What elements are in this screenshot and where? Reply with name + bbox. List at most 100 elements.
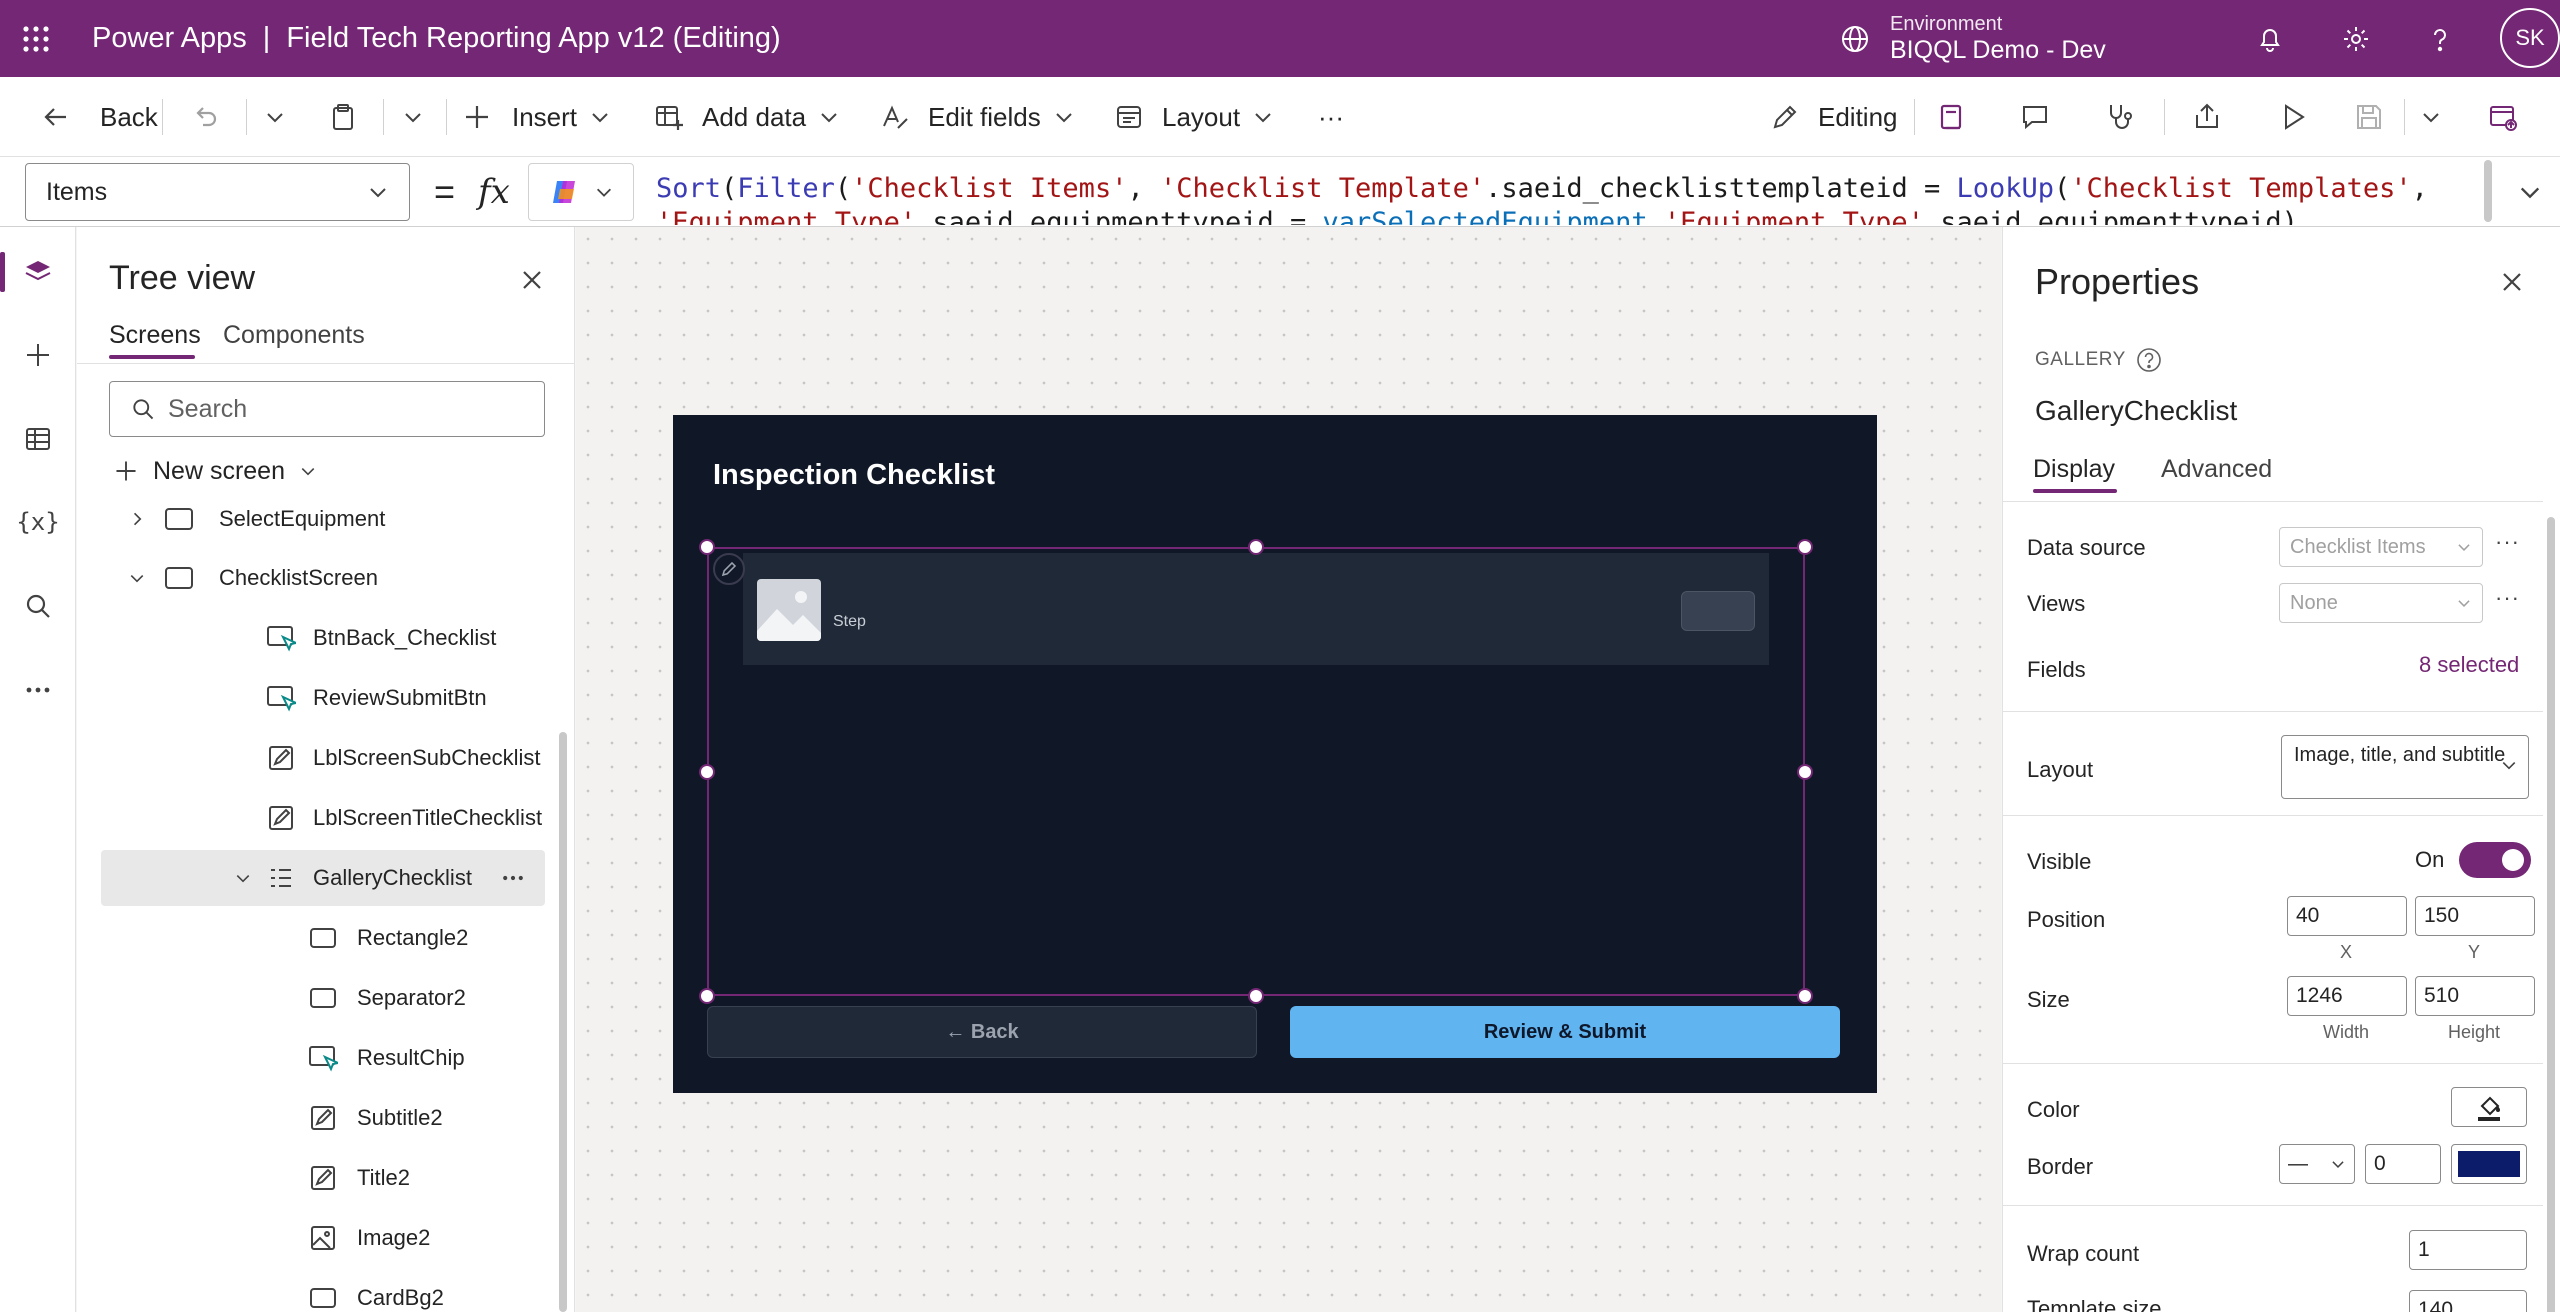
resize-handle[interactable] <box>1797 539 1813 555</box>
border-color-picker[interactable] <box>2451 1144 2527 1184</box>
variables-rail-button[interactable]: {x} <box>0 487 76 557</box>
width-input[interactable]: 1246 <box>2287 976 2407 1016</box>
tree-item-btnback-checklist[interactable]: BtnBack_Checklist <box>101 610 545 666</box>
properties-scrollbar[interactable] <box>2547 517 2555 1312</box>
insert-rail-button[interactable] <box>0 320 76 390</box>
design-canvas[interactable]: Inspection Checklist Step ← Back Review … <box>576 227 2001 1312</box>
settings-gear-icon[interactable] <box>2326 0 2386 77</box>
clipboard-paste-icon[interactable] <box>318 77 368 157</box>
tree-scrollbar[interactable] <box>559 732 567 1312</box>
close-properties-close-icon[interactable] <box>2487 257 2537 307</box>
tab-components[interactable]: Components <box>223 321 365 350</box>
help-icon[interactable] <box>2410 0 2470 77</box>
save-dropdown-chevron-down-icon[interactable] <box>2406 77 2456 157</box>
border-width-input[interactable]: 0 <box>2365 1144 2441 1184</box>
item-image-placeholder-icon[interactable] <box>757 579 821 641</box>
tree-item-lblscreensubchecklist[interactable]: LblScreenSubChecklist <box>101 730 545 786</box>
copilot-formula-button[interactable] <box>528 163 634 221</box>
tree-item-lblscreentitlechecklist[interactable]: LblScreenTitleChecklist <box>101 790 545 846</box>
publish-icon[interactable] <box>2478 77 2528 157</box>
edit-template-pencil-icon[interactable] <box>713 553 745 585</box>
tree-item-gallerychecklist[interactable]: GalleryChecklist <box>101 850 545 906</box>
edit-fields-button[interactable]: Edit fields <box>880 77 1075 157</box>
wrap-count-input[interactable]: 1 <box>2409 1230 2527 1270</box>
tab-advanced[interactable]: Advanced <box>2161 455 2272 484</box>
add-data-button[interactable]: Add data <box>654 77 840 157</box>
more-rail-button[interactable] <box>0 655 76 725</box>
views-dropdown[interactable]: None <box>2279 583 2483 623</box>
property-dropdown[interactable]: Items <box>25 163 410 221</box>
position-y-input[interactable]: 150 <box>2415 896 2535 936</box>
control-name[interactable]: GalleryChecklist <box>2035 395 2237 427</box>
tree-item-separator2[interactable]: Separator2 <box>101 970 545 1026</box>
views-more-icon[interactable]: ··· <box>2495 585 2520 611</box>
resize-handle[interactable] <box>1797 764 1813 780</box>
search-rail-button[interactable] <box>0 571 76 641</box>
formula-editor[interactable]: Sort(Filter('Checklist Items', 'Checklis… <box>640 157 2494 225</box>
tree-item-cardbg2[interactable]: CardBg2 <box>101 1270 545 1312</box>
undo-dropdown-chevron-down-icon[interactable] <box>250 77 300 157</box>
tree-item-reviewsubmitbtn[interactable]: ReviewSubmitBtn <box>101 670 545 726</box>
editing-mode-button[interactable]: Editing <box>1770 77 1898 157</box>
app-checker-notebook-icon[interactable] <box>1926 77 1976 157</box>
tree-item-image2[interactable]: Image2 <box>101 1210 545 1266</box>
app-launcher-icon[interactable] <box>0 0 72 77</box>
resize-handle[interactable] <box>1248 988 1264 1004</box>
review-submit-button[interactable]: Review & Submit <box>1290 1006 1840 1058</box>
data-source-more-icon[interactable]: ··· <box>2495 529 2520 555</box>
close-tree-view-close-icon[interactable] <box>507 255 557 305</box>
tree-item-selectequipment[interactable]: SelectEquipment <box>101 491 545 547</box>
chevron-down-icon[interactable] <box>125 566 149 590</box>
template-size-input[interactable]: 140 <box>2409 1290 2527 1312</box>
more-commands-button[interactable]: ··· <box>1318 77 1344 157</box>
tree-search-input[interactable]: Search <box>109 381 545 437</box>
insert-button[interactable]: Insert <box>462 77 611 157</box>
tab-screens[interactable]: Screens <box>109 321 201 350</box>
visible-toggle[interactable] <box>2459 842 2531 878</box>
share-icon[interactable] <box>2182 77 2232 157</box>
resize-handle[interactable] <box>1248 539 1264 555</box>
stethoscope-icon[interactable] <box>2094 77 2144 157</box>
notifications-icon[interactable] <box>2240 0 2300 77</box>
user-avatar[interactable]: SK <box>2500 8 2560 68</box>
fields-selected-link[interactable]: 8 selected <box>2419 652 2519 678</box>
tree-item-resultchip[interactable]: ResultChip <box>101 1030 545 1086</box>
tree-item-subtitle2[interactable]: Subtitle2 <box>101 1090 545 1146</box>
chevron-right-icon[interactable] <box>125 507 149 531</box>
resize-handle[interactable] <box>699 764 715 780</box>
back-button[interactable]: Back <box>40 77 158 157</box>
data-rail-button[interactable] <box>0 404 76 474</box>
color-picker-button[interactable] <box>2451 1087 2527 1127</box>
item-step-label[interactable]: Step <box>833 613 866 631</box>
help-circle-icon[interactable] <box>2136 347 2162 373</box>
resize-handle[interactable] <box>1797 988 1813 1004</box>
chevron-down-icon[interactable] <box>231 866 255 890</box>
layout-dropdown[interactable]: Image, title, and subtitle <box>2281 735 2529 799</box>
comments-icon[interactable] <box>2010 77 2060 157</box>
environment-picker[interactable]: Environment BIQQL Demo - Dev <box>1840 0 2106 77</box>
data-source-dropdown[interactable]: Checklist Items <box>2279 527 2483 567</box>
tab-display[interactable]: Display <box>2033 455 2115 484</box>
expand-formula-chevron-down-icon[interactable] <box>2500 157 2560 227</box>
layout-button[interactable]: Layout <box>1114 77 1274 157</box>
border-style-dropdown[interactable]: — <box>2279 1144 2355 1184</box>
save-icon[interactable] <box>2344 77 2394 157</box>
tree-item-rectangle2[interactable]: Rectangle2 <box>101 910 545 966</box>
position-x-input[interactable]: 40 <box>2287 896 2407 936</box>
resize-handle[interactable] <box>699 988 715 1004</box>
result-chip[interactable] <box>1681 591 1755 631</box>
screen-back-button[interactable]: ← Back <box>707 1006 1257 1058</box>
play-preview-icon[interactable] <box>2268 77 2318 157</box>
resize-handle[interactable] <box>699 539 715 555</box>
gallery-template-item[interactable]: Step <box>743 553 1769 665</box>
tree-item-checklistscreen[interactable]: ChecklistScreen <box>101 550 545 606</box>
paste-dropdown-chevron-down-icon[interactable] <box>388 77 438 157</box>
undo-icon[interactable] <box>180 77 230 157</box>
screen-title[interactable]: Inspection Checklist <box>713 459 995 492</box>
more-options-icon[interactable] <box>491 856 535 900</box>
fx-icon[interactable]: fx <box>478 157 510 227</box>
tree-item-title2[interactable]: Title2 <box>101 1150 545 1206</box>
height-input[interactable]: 510 <box>2415 976 2535 1016</box>
product-name[interactable]: Power Apps <box>92 22 247 55</box>
tree-view-rail-button[interactable] <box>0 237 76 307</box>
